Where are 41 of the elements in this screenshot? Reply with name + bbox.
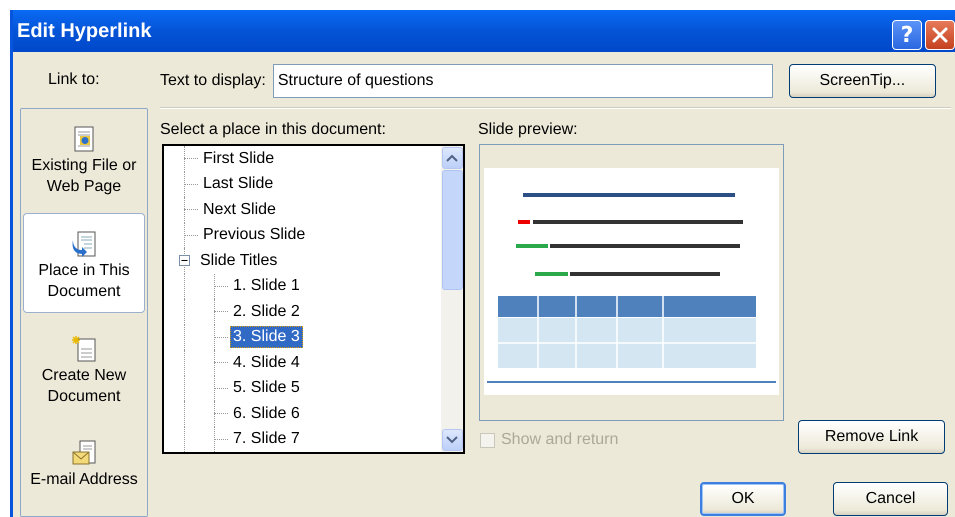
help-button[interactable]: ? <box>892 20 922 50</box>
link-type-item[interactable]: Place in This Document <box>23 213 145 314</box>
remove-link-button[interactable]: Remove Link <box>798 420 945 454</box>
link-type-item[interactable]: Create New Document <box>23 319 145 418</box>
document-arrow-icon <box>70 230 98 258</box>
chevron-up-icon <box>446 154 458 162</box>
tree-item[interactable]: Previous Slide <box>200 224 308 246</box>
text-to-display-label: Text to display: <box>160 72 266 90</box>
tree-item[interactable]: 6. Slide 6 <box>230 402 303 425</box>
link-to-label: Link to: <box>48 71 100 90</box>
chevron-down-icon <box>446 436 458 444</box>
document-globe-icon <box>72 125 96 154</box>
scroll-up-button[interactable] <box>442 147 462 169</box>
tree-item[interactable]: 2. Slide 2 <box>230 300 303 323</box>
place-list-label: Select a place in this document: <box>160 121 387 139</box>
envelope-document-icon <box>70 439 98 468</box>
link-type-item[interactable]: E-mail Address <box>23 423 145 500</box>
scroll-down-button[interactable] <box>442 429 462 451</box>
screentip-button[interactable]: ScreenTip... <box>788 64 936 98</box>
tree-item[interactable]: Last Slide <box>200 173 276 196</box>
checkbox-label: Show and return <box>501 431 618 449</box>
scrollbar-thumb[interactable] <box>442 170 462 290</box>
text-to-display-field[interactable]: Structure of questions <box>272 64 773 98</box>
tree-item[interactable]: Next Slide <box>200 198 279 221</box>
tree-item[interactable]: 1. Slide 1 <box>230 275 303 298</box>
window-title: Edit Hyperlink <box>17 20 152 42</box>
new-document-icon <box>70 335 98 364</box>
link-type-item[interactable]: Existing File or Web Page <box>23 109 145 208</box>
tree-item[interactable]: 7. Slide 7 <box>230 428 303 450</box>
tree-item[interactable]: First Slide <box>200 148 278 170</box>
close-button[interactable] <box>925 20 955 50</box>
tree-item[interactable]: 3. Slide 3 <box>230 326 303 348</box>
vertical-scrollbar[interactable] <box>441 146 463 452</box>
dialog-button[interactable]: Cancel <box>833 482 948 516</box>
collapse-icon[interactable] <box>179 255 190 266</box>
close-icon <box>931 26 949 44</box>
dialog-button[interactable]: OK <box>700 482 786 516</box>
tree-item[interactable]: 5. Slide 5 <box>230 377 303 400</box>
tree-item[interactable]: Slide Titles <box>197 250 280 272</box>
tree-item[interactable]: 4. Slide 4 <box>230 352 303 374</box>
slide-preview-label: Slide preview: <box>478 121 579 139</box>
